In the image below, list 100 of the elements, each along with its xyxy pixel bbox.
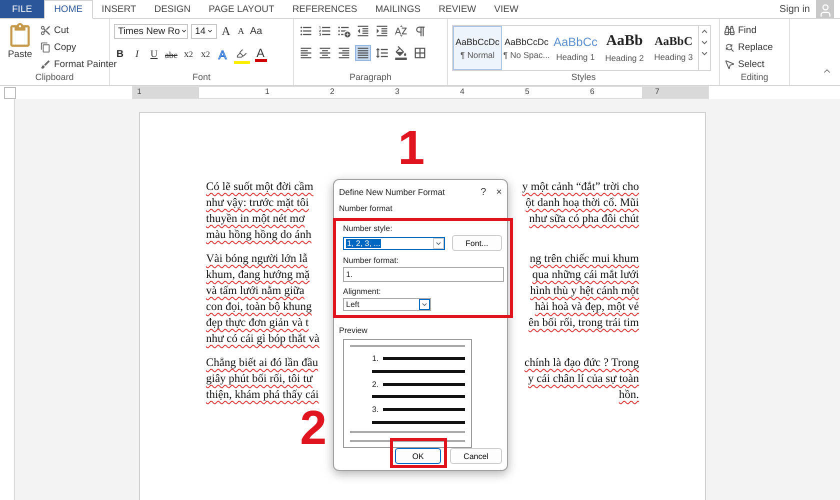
caret-icon	[419, 298, 430, 310]
format-button[interactable]: B	[114, 46, 126, 62]
group-label: Styles	[570, 72, 597, 84]
sign-in-link[interactable]: Sign in	[779, 4, 810, 14]
text-line: ng trên chiếc mui khum	[530, 253, 639, 265]
text-line: Chẳng biết ai đó lần đầu	[206, 357, 318, 369]
align-icon[interactable]	[317, 45, 333, 61]
text-line: Vài bóng người lớn lẫ	[206, 253, 308, 265]
ribbon-tab[interactable]: FILE	[0, 0, 44, 18]
dialog-title: Define New Number Format	[339, 187, 446, 198]
borders-icon[interactable]	[412, 45, 428, 61]
number-style-select[interactable]: 1, 2, 3, ...	[343, 236, 445, 250]
ruler-number: 2	[330, 87, 334, 96]
text-line: ên bối rối, trong trái tim	[528, 317, 639, 329]
decrease-indent-icon[interactable]	[355, 23, 371, 39]
ribbon-tab[interactable]: REFERENCES	[283, 0, 366, 18]
text-line: như sữa có pha đôi chút	[529, 213, 639, 225]
field-label: Number style:	[343, 224, 392, 234]
text-line: hình thù y hệt cánh một	[530, 285, 639, 297]
font-size-field[interactable]: 14	[191, 24, 217, 38]
text-line: y một cảnh “đắt” trời cho	[522, 181, 639, 193]
ruler-number: 1	[265, 87, 270, 96]
step-number: 1	[398, 125, 425, 173]
dialog-button[interactable]: Cancel	[450, 448, 502, 464]
group-label: Font	[191, 72, 212, 84]
ruler-number: 1	[137, 87, 142, 96]
ribbon-tab[interactable]: PAGE LAYOUT	[200, 0, 284, 18]
text-line: đẹp thực đơn giản và t	[206, 317, 309, 329]
clipboard-action[interactable]: Format Painter	[40, 57, 117, 72]
close-button[interactable]: ×	[496, 186, 502, 198]
ribbon-tab[interactable]: MAILINGS	[366, 0, 430, 18]
caret-icon	[206, 27, 214, 35]
format-button[interactable]: U	[148, 46, 160, 62]
style-item[interactable]: AaBbCcDc ¶ Normal	[453, 26, 502, 70]
text-line: như vậy: trước mặt tôi	[206, 197, 309, 209]
increase-indent-icon[interactable]	[374, 23, 390, 39]
preview-number: 2.	[372, 380, 379, 389]
text-line: và tấm lưới nằm giữa	[206, 285, 304, 297]
style-item[interactable]: AaBbCcDc ¶ No Spac...	[502, 26, 551, 70]
binoculars-icon	[724, 25, 735, 36]
ribbon-tab[interactable]: REVIEW	[430, 0, 486, 18]
paint-bucket-icon[interactable]	[393, 45, 409, 61]
format-button[interactable]: A	[254, 47, 266, 62]
clipboard-action[interactable]: Cut	[40, 23, 117, 38]
ribbon-tab[interactable]: HOME	[44, 0, 93, 19]
text-line: qua những cái mắt lưới	[532, 269, 639, 281]
change-case-button[interactable]: Aa	[250, 23, 262, 39]
ruler-number: 3	[395, 87, 400, 96]
gallery-scroll-buttons[interactable]	[698, 26, 710, 70]
paintbrush-icon	[40, 59, 51, 70]
grow-font-button[interactable]: A	[220, 23, 232, 39]
text-line: khum, đang hướng mặ	[206, 269, 310, 281]
ribbon-tab[interactable]: INSERT	[92, 0, 146, 18]
align-icon[interactable]	[336, 45, 352, 61]
text-line: màu hồng hồng do ánh	[206, 229, 312, 241]
text-line: thiện, khám phá thấy cái	[206, 389, 319, 401]
format-button[interactable]: I	[131, 46, 143, 62]
preview-number: 1.	[372, 354, 379, 364]
style-item[interactable]: AaBbCc Heading 1	[551, 26, 600, 70]
caret-icon	[432, 238, 444, 249]
section-label: Preview	[339, 326, 368, 335]
align-icon[interactable]	[355, 45, 371, 61]
text-line: giây phút bối rối, tôi tư	[206, 373, 313, 385]
ruler-number: 5	[525, 87, 530, 96]
dialog-button[interactable]: OK	[395, 448, 441, 464]
sort-icon[interactable]	[393, 23, 409, 39]
editing-action[interactable]: Find	[724, 23, 773, 38]
style-item[interactable]: AaBb Heading 2	[600, 26, 649, 70]
caret-icon	[180, 27, 188, 35]
text-line: như có cái gì bóp thắt và	[206, 333, 320, 345]
step-number: 2	[300, 405, 327, 453]
highlight-frame	[390, 438, 447, 468]
text-line: hồn.	[618, 389, 639, 401]
style-item[interactable]: AaBbC Heading 3	[649, 26, 698, 70]
text-line: hài hoà và đẹp, một vẻ	[534, 301, 639, 313]
group-label: Paragraph	[348, 72, 393, 84]
group-label: Clipboard	[34, 72, 75, 84]
ribbon-tab[interactable]: VIEW	[485, 0, 528, 18]
number-format-input[interactable]: 1.	[343, 267, 504, 282]
text-line: con đọi, toàn bộ khung	[206, 301, 312, 313]
font-name-field[interactable]: Times New Ro	[114, 24, 188, 38]
ruler-number: 7	[655, 87, 660, 96]
clipboard-action[interactable]: Copy	[40, 40, 117, 55]
line-spacing-icon[interactable]	[374, 45, 390, 61]
font-button[interactable]: Font...	[452, 235, 502, 252]
pointer-icon	[724, 59, 735, 70]
editing-action[interactable]: Select	[724, 57, 773, 72]
text-line: thuyền in một nét mơ	[206, 213, 305, 225]
text-line: ột danh hoạ thời cổ. Mũi	[526, 197, 639, 209]
ribbon-tab[interactable]: DESIGN	[145, 0, 200, 18]
format-button[interactable]: abc	[165, 46, 178, 62]
field-label: Alignment:	[343, 286, 381, 296]
alignment-select[interactable]: Left	[343, 298, 431, 311]
scissors-icon	[40, 25, 51, 36]
replace-icon	[724, 42, 735, 53]
shrink-font-button[interactable]: A	[235, 23, 247, 39]
paste-button[interactable]: Paste	[4, 23, 36, 72]
align-icon[interactable]	[298, 45, 314, 61]
help-button[interactable]: ?	[480, 186, 486, 198]
editing-action[interactable]: Replace	[724, 40, 773, 55]
